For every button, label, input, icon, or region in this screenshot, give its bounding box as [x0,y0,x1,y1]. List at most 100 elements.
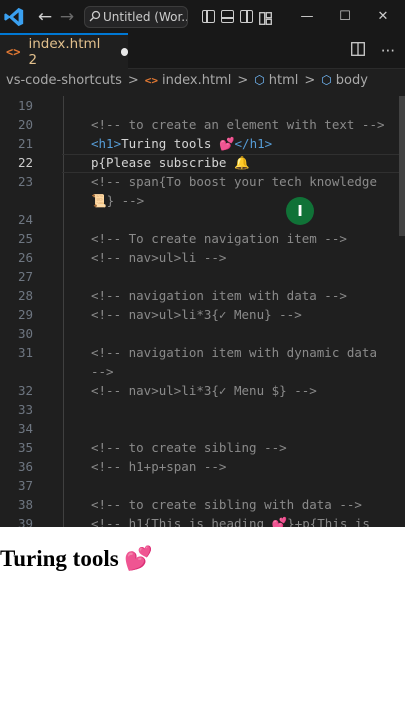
toggle-panel-icon[interactable] [221,10,234,23]
code-line[interactable]: 38 <!-- to create sibling with data --> [0,495,405,514]
code-text: <!-- navigation item with dynamic data [91,343,377,362]
code-token-comment: <!-- h1{This is heading 💕}+p{This is [91,516,370,527]
code-token-heart: 💕 [218,136,235,151]
code-line[interactable]: 19 [0,96,405,115]
editor-scrollbar[interactable] [399,96,405,236]
close-icon[interactable]: ✕ [364,9,402,24]
line-number: 30 [17,326,33,341]
code-line[interactable]: 30 [0,324,405,343]
code-line[interactable]: 20 <!-- to create an element with text --… [0,115,405,134]
unsaved-dot-icon[interactable] [120,48,128,56]
line-number: 28 [17,288,33,303]
code-text: <!-- nav>ul>li*3{✓ Menu} --> [91,305,302,324]
code-token-comment: <!-- nav>ul>li*3{✓ Menu} --> [91,307,302,322]
code-line[interactable]: 32 <!-- nav>ul>li*3{✓ Menu $} --> [0,381,405,400]
breadcrumb-separator: > [304,72,316,88]
line-number: 27 [17,269,33,284]
code-text: <!-- nav>ul>li*3{✓ Menu $} --> [91,381,317,400]
preview-heading-text: Turing tools [0,546,119,571]
code-text: <!-- to create sibling with data --> [91,495,362,514]
toggle-secondary-sidebar-icon[interactable] [240,10,253,23]
code-text: <!-- To create navigation item --> [91,229,347,248]
command-center-search[interactable]: Untitled (Wor... [84,5,188,28]
code-token-comment: <!-- To create navigation item --> [91,231,347,246]
code-line[interactable]: 21 <h1>Turing tools 💕</h1> [0,134,405,153]
breadcrumb-separator: > [127,72,139,88]
forward-arrow-icon[interactable]: → [56,7,78,27]
maximize-icon[interactable]: ☐ [326,9,364,24]
line-number: 32 [17,383,33,398]
code-line[interactable]: 35 <!-- to create sibling --> [0,438,405,457]
html-file-icon: <> [6,45,21,59]
preview-heading: Turing tools 💕 [0,545,153,572]
code-token-comment: <!-- nav>ul>li*3{✓ Menu $} --> [91,383,317,398]
back-arrow-icon[interactable]: ← [34,7,56,27]
code-editor[interactable]: 19 20 <!-- to create an element with text … [0,96,405,527]
code-text: <!-- h1+p+span --> [91,457,226,476]
code-text: <!-- navigation item with data --> [91,286,347,305]
code-token-plain: p{Please subscribe 🔔 [91,155,250,170]
code-line[interactable]: 27 [0,267,405,286]
breadcrumb-file[interactable]: index.html [162,73,231,88]
code-line[interactable]: 24 [0,210,405,229]
code-line[interactable]: 26 <!-- nav>ul>li --> [0,248,405,267]
line-number: 35 [17,440,33,455]
line-number: 22 [17,155,33,170]
code-token-comment: <!-- span{To boost your tech knowledge [91,174,377,189]
symbol-element-icon: ⬡ [254,73,265,87]
code-text: --> [91,362,114,381]
tab-bar: <> index.html 2 ··· [0,33,405,69]
code-line[interactable]: 33 [0,400,405,419]
breadcrumb-folder[interactable]: vs-code-shortcuts [6,73,122,88]
split-editor-icon[interactable] [350,42,365,60]
code-token-comment: <!-- navigation item with dynamic data [91,345,377,360]
code-token-comment: <!-- to create sibling --> [91,440,287,455]
line-number: 19 [17,98,33,113]
search-icon [89,7,101,26]
symbol-element-icon: ⬡ [321,73,332,87]
line-number: 31 [17,345,33,360]
breadcrumb-separator: > [237,72,249,88]
code-token-comment: <!-- to create an element with text --> [91,117,385,132]
code-line[interactable]: --> [0,362,405,381]
code-text: <h1>Turing tools 💕</h1> [91,134,272,153]
line-number: 20 [17,117,33,132]
code-line[interactable]: 25 <!-- To create navigation item --> [0,229,405,248]
search-label: Untitled (Wor... [103,9,188,24]
minimize-icon[interactable]: — [288,9,326,24]
code-line[interactable]: 31 <!-- navigation item with dynamic data [0,343,405,362]
code-text: <!-- to create sibling --> [91,438,287,457]
code-line[interactable]: 36 <!-- h1+p+span --> [0,457,405,476]
breadcrumb: vs-code-shortcuts > <> index.html > ⬡ ht… [0,69,405,91]
line-number: 38 [17,497,33,512]
code-token-comment: <!-- nav>ul>li --> [91,250,227,265]
browser-preview: Turing tools 💕 [0,527,405,720]
code-line[interactable]: 28 <!-- navigation item with data --> [0,286,405,305]
code-token-comment: <!-- to create sibling with data --> [91,497,362,512]
code-token-comment: 📜} --> [91,193,145,208]
code-text: <!-- to create an element with text --> [91,115,385,134]
breadcrumb-html[interactable]: html [269,73,299,88]
code-line[interactable]: 37 [0,476,405,495]
line-number: 21 [17,136,33,151]
code-line[interactable]: 📜} --> [0,191,405,210]
more-actions-icon[interactable]: ··· [381,42,395,60]
line-number: 24 [17,212,33,227]
code-line[interactable]: 29 <!-- nav>ul>li*3{✓ Menu} --> [0,305,405,324]
vscode-window: ← → Untitled (Wor... — ☐ ✕ <> index.html… [0,0,405,527]
code-text: <!-- h1{This is heading 💕}+p{This is [91,514,370,527]
code-line[interactable]: 39 <!-- h1{This is heading 💕}+p{This is [0,514,405,527]
html-file-icon: <> [144,73,159,87]
toggle-primary-sidebar-icon[interactable] [202,10,215,23]
customize-layout-icon[interactable] [259,10,272,25]
code-line[interactable]: 22 p{Please subscribe 🔔 [0,153,405,172]
code-token-comment: <!-- h1+p+span --> [91,459,227,474]
line-number: 33 [17,402,33,417]
vscode-logo-icon [2,5,26,29]
heart-emoji-icon: 💕 [124,546,154,571]
tab-index-html[interactable]: <> index.html 2 [0,33,128,69]
line-number: 37 [17,478,33,493]
code-line[interactable]: 23 <!-- span{To boost your tech knowledge [0,172,405,191]
code-line[interactable]: 34 [0,419,405,438]
breadcrumb-body[interactable]: body [336,73,368,88]
